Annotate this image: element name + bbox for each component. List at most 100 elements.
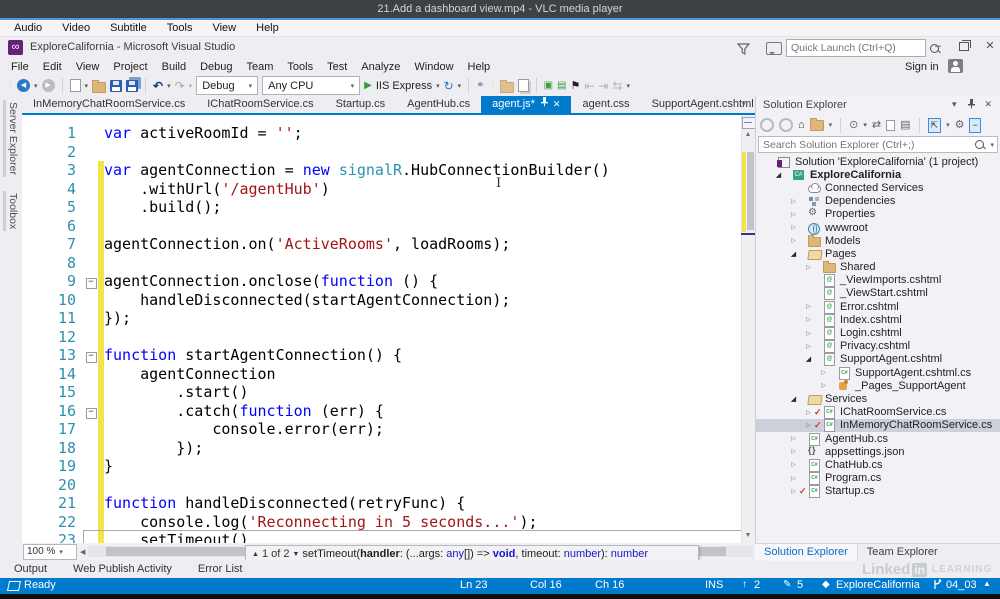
solution-search-box[interactable]: ▾	[758, 136, 998, 153]
tool-tab-team-explorer[interactable]: Team Explorer	[858, 544, 947, 561]
navigate-back-icon[interactable]: ◀	[17, 79, 30, 92]
editor-split-handle[interactable]	[742, 117, 756, 129]
code-editor[interactable]: 1 var activeRoomId = ''; 2 3 var agentConnec…	[22, 124, 741, 543]
hint-down-arrow[interactable]: ▼	[292, 551, 299, 558]
code-line-22[interactable]: 22 console.log('Reconnecting in 5 second…	[22, 512, 741, 531]
repo-icon[interactable]: ◆	[822, 579, 830, 590]
tree-item-inmemorychatroomservice-cs[interactable]: ▷ ✓ C# InMemoryChatRoomService.cs	[756, 418, 1000, 433]
save-all-icon[interactable]	[126, 79, 139, 92]
tree-item-chathub-cs[interactable]: ▷ C# ChatHub.cs	[756, 458, 1000, 472]
vs-menu-project[interactable]: Project	[106, 61, 154, 73]
code-line-6[interactable]: 6	[22, 216, 741, 235]
collapsed-arrow-icon[interactable]: ▷	[803, 409, 814, 416]
run-target-label[interactable]: IIS Express	[376, 80, 432, 92]
switch-views-icon[interactable]	[809, 117, 824, 131]
vs-menu-analyze[interactable]: Analyze	[354, 61, 407, 73]
tree-item-models[interactable]: ▷ Models	[756, 234, 1000, 247]
code-line-11[interactable]: 11});	[22, 309, 741, 328]
user-avatar-icon[interactable]	[948, 59, 963, 73]
code-line-17[interactable]: 17 console.error(err);	[22, 420, 741, 439]
editor-tab-agenthub-cs[interactable]: AgentHub.cs	[396, 96, 481, 113]
side-tab-server-explorer[interactable]: Server Explorer	[3, 100, 20, 177]
panel-menu-caret[interactable]: ▾	[952, 99, 957, 111]
tree-item-shared[interactable]: ▷ Shared	[756, 261, 1000, 274]
solution-platform-combo[interactable]: Any CPU ▾	[262, 76, 361, 95]
code-line-13[interactable]: 13− function startAgentConnection() {	[22, 346, 741, 365]
show-all-files-icon[interactable]: ▤	[900, 118, 910, 132]
collapsed-arrow-icon[interactable]: ▷	[788, 224, 799, 231]
fold-collapse-icon[interactable]: −	[85, 407, 97, 419]
repo-name[interactable]: ExploreCalifornia	[836, 579, 920, 591]
fold-collapse-icon[interactable]: −	[85, 352, 97, 363]
code-line-9[interactable]: 9− agentConnection.onclose(function () {	[22, 272, 741, 291]
vlc-menu-video[interactable]: Video	[52, 22, 100, 34]
editor-tab-ichatroomservice-cs[interactable]: IChatRoomService.cs	[196, 96, 324, 113]
tree-item-properties[interactable]: ▷ ⚙ Properties	[756, 207, 1000, 221]
navigate-back-caret[interactable]: ▾	[34, 82, 38, 90]
properties-window-icon[interactable]	[517, 79, 529, 92]
vlc-menu-help[interactable]: Help	[246, 22, 289, 34]
sign-in-link[interactable]: Sign in	[905, 61, 939, 73]
open-file-icon[interactable]	[92, 79, 107, 93]
code-line-15[interactable]: 15 .start()	[22, 383, 741, 402]
collapsed-arrow-icon[interactable]: ▷	[803, 264, 814, 271]
code-line-16[interactable]: 16− .catch(function (err) {	[22, 401, 741, 420]
bookmark-icon[interactable]: ⚑	[570, 78, 580, 94]
close-button[interactable]: ✕	[980, 39, 1000, 55]
tree-item-wwwroot[interactable]: ▷ wwwroot	[756, 221, 1000, 235]
vs-menu-view[interactable]: View	[69, 61, 107, 73]
vs-menu-help[interactable]: Help	[461, 61, 498, 73]
collapsed-arrow-icon[interactable]: ▷	[818, 369, 829, 376]
pending-changes-filter-icon[interactable]: ⊙	[849, 118, 858, 132]
collapsed-arrow-icon[interactable]: ▷	[803, 343, 814, 350]
collapse-all-icon[interactable]: −	[969, 117, 981, 133]
vs-menu-file[interactable]: File	[4, 61, 36, 73]
code-line-1[interactable]: 1 var activeRoomId = '';	[22, 124, 741, 143]
hscroll-left-arrow[interactable]: ◀	[80, 548, 85, 556]
vlc-menu-view[interactable]: View	[202, 22, 246, 34]
editor-tab-agent-css[interactable]: agent.css	[571, 96, 640, 113]
tree-item-supportagent-cshtml[interactable]: ◢ @ SupportAgent.cshtml	[756, 353, 1000, 367]
search-options-caret[interactable]: ▾	[990, 141, 994, 149]
expanded-arrow-icon[interactable]: ◢	[773, 171, 784, 179]
quick-launch-box[interactable]	[786, 39, 939, 57]
switch-views-caret[interactable]: ▾	[829, 121, 833, 129]
scroll-up-arrow[interactable]: ▲	[741, 131, 755, 138]
panel-close-icon[interactable]: ✕	[985, 99, 993, 111]
collapsed-arrow-icon[interactable]: ▷	[788, 435, 799, 442]
panel-tab-output[interactable]: Output	[14, 563, 47, 575]
uncomment-icon[interactable]: ▤	[557, 78, 566, 94]
undo-icon[interactable]: ↶	[153, 78, 163, 94]
expanded-arrow-icon[interactable]: ◢	[803, 355, 814, 363]
tree-item-services[interactable]: ◢ Services	[756, 392, 1000, 405]
vlc-menu-tools[interactable]: Tools	[157, 22, 203, 34]
collapsed-arrow-icon[interactable]: ▷	[803, 330, 814, 337]
hint-up-arrow[interactable]: ▲	[252, 551, 259, 558]
code-line-19[interactable]: 19}	[22, 457, 741, 476]
vlc-menu-subtitle[interactable]: Subtitle	[100, 22, 157, 34]
code-line-2[interactable]: 2	[22, 143, 741, 162]
incoming-commits-count[interactable]: 2	[754, 579, 760, 591]
tree-item-login-cshtml[interactable]: ▷ @ Login.cshtml	[756, 326, 1000, 341]
tree-item-viewimports-cshtml[interactable]: @ _ViewImports.cshtml	[756, 274, 1000, 288]
home-icon[interactable]: ⌂	[798, 118, 805, 132]
pencil-icon[interactable]: ✎	[783, 579, 791, 590]
expanded-arrow-icon[interactable]: ◢	[788, 250, 799, 258]
sync-with-active-document-icon[interactable]: ⇱	[927, 117, 942, 133]
properties-gear-icon[interactable]: ⚙	[955, 118, 965, 132]
collapsed-arrow-icon[interactable]: ▷	[803, 316, 814, 323]
code-line-8[interactable]: 8	[22, 253, 741, 272]
collapsed-arrow-icon[interactable]: ▷	[788, 211, 799, 218]
vs-menu-edit[interactable]: Edit	[36, 61, 69, 73]
vs-menu-team[interactable]: Team	[240, 61, 281, 73]
tree-item-startup-cs[interactable]: ▷ ✓ C# Startup.cs	[756, 485, 1000, 499]
code-line-20[interactable]: 20	[22, 475, 741, 494]
collapsed-arrow-icon[interactable]: ▷	[788, 461, 799, 468]
code-line-18[interactable]: 18 });	[22, 438, 741, 457]
tree-item-viewstart-cshtml[interactable]: @ _ViewStart.cshtml	[756, 287, 1000, 301]
solution-search-input[interactable]	[759, 138, 976, 151]
collapsed-arrow-icon[interactable]: ▷	[788, 475, 799, 482]
unsaved-edits-count[interactable]: 5	[797, 579, 803, 591]
undo-caret[interactable]: ▾	[167, 82, 171, 90]
collapsed-arrow-icon[interactable]: ▷	[818, 382, 829, 389]
